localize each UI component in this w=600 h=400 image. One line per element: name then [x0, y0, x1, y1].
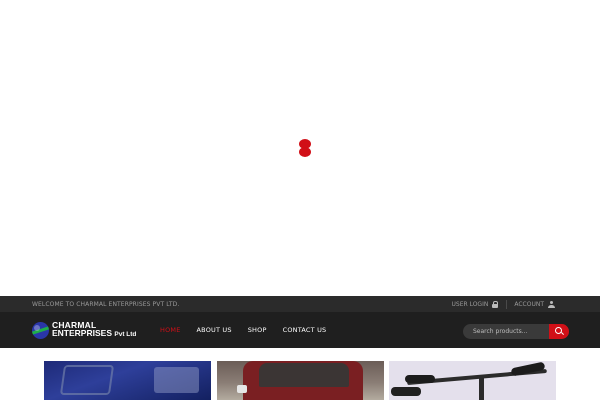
- user-links: USER LOGIN ACCOUNT: [445, 299, 562, 310]
- account-link[interactable]: ACCOUNT: [507, 301, 562, 308]
- tile-shape: [154, 367, 199, 393]
- search-button[interactable]: [549, 324, 569, 339]
- top-bar: WELCOME TO CHARMAL ENTERPRISES PVT LTD. …: [0, 296, 600, 313]
- loader-dot: [299, 147, 311, 157]
- user-login-link[interactable]: USER LOGIN: [445, 301, 507, 308]
- welcome-message: WELCOME TO CHARMAL ENTERPRISES PVT LTD.: [32, 301, 180, 308]
- tile-shape: [59, 365, 115, 395]
- search-icon: [555, 327, 563, 335]
- nav-item-about-us[interactable]: ABOUT US: [197, 326, 232, 334]
- logo-icon: [32, 321, 49, 339]
- search-bar: [463, 324, 569, 339]
- tile-shape: [259, 363, 349, 387]
- product-tile-red-car[interactable]: [217, 361, 384, 400]
- lock-icon: [492, 301, 499, 308]
- site-logo[interactable]: CHARMAL ENTERPRISES Pvt Ltd: [32, 321, 136, 339]
- search-input[interactable]: [463, 324, 549, 339]
- tile-shape: [479, 377, 484, 400]
- loading-spinner: [299, 139, 311, 157]
- product-tile-vehicle-interior[interactable]: [44, 361, 211, 400]
- tile-shape: [405, 375, 435, 383]
- main-nav: HOME ABOUT US SHOP CONTACT US: [160, 326, 342, 334]
- tile-shape: [391, 387, 421, 396]
- logo-line-2: ENTERPRISES Pvt Ltd: [52, 329, 136, 339]
- user-login-label: USER LOGIN: [451, 301, 489, 308]
- product-tile-bicycle-handlebar[interactable]: [389, 361, 556, 400]
- nav-item-home[interactable]: HOME: [160, 326, 181, 334]
- main-header: CHARMAL ENTERPRISES Pvt Ltd HOME ABOUT U…: [0, 313, 600, 348]
- tile-shape: [237, 385, 247, 393]
- account-label: ACCOUNT: [514, 301, 544, 308]
- logo-suffix: Pvt Ltd: [114, 331, 137, 338]
- nav-item-contact-us[interactable]: CONTACT US: [283, 326, 327, 334]
- user-icon: [548, 301, 555, 308]
- page: WELCOME TO CHARMAL ENTERPRISES PVT LTD. …: [0, 0, 600, 400]
- nav-item-shop[interactable]: SHOP: [248, 326, 267, 334]
- logo-text: CHARMAL ENTERPRISES Pvt Ltd: [52, 321, 136, 339]
- logo-line-2-main: ENTERPRISES: [52, 328, 112, 338]
